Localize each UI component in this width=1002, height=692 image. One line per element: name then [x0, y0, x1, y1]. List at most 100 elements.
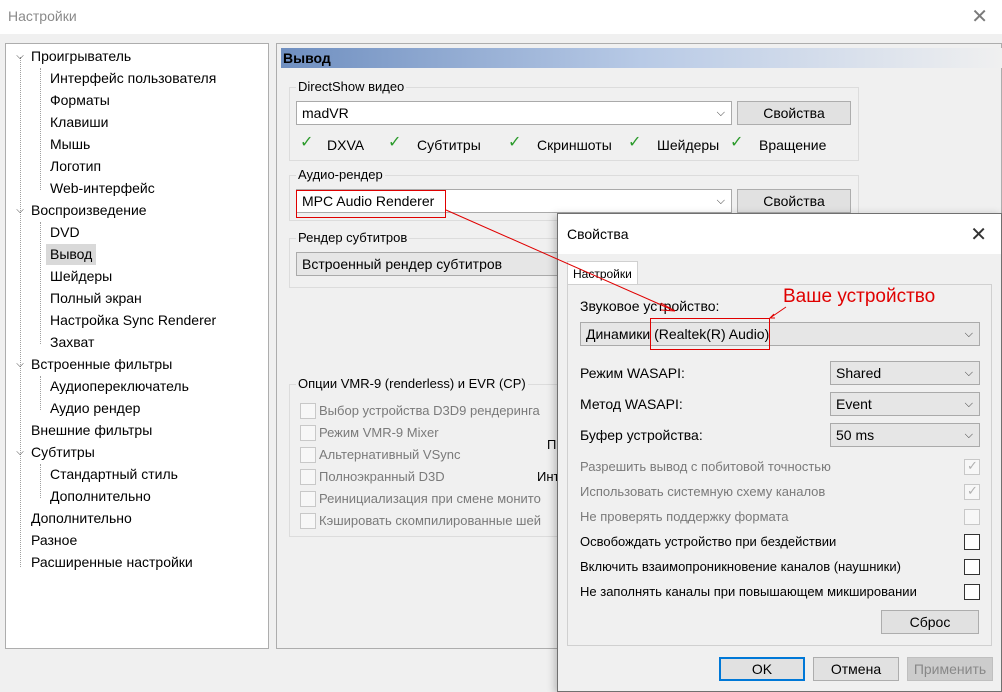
audio-properties-button[interactable]: Свойства: [737, 189, 851, 213]
tree-item-dvd[interactable]: DVD: [50, 222, 80, 243]
chevron-down-icon[interactable]: ⌵: [15, 46, 25, 67]
tree-item-audio-switcher[interactable]: Аудиопереключатель: [50, 376, 189, 397]
tree-item-external-filters[interactable]: Внешние фильтры: [31, 420, 152, 441]
settings-tab-page: Звуковое устройство: Динамики (Realtek(R…: [567, 284, 992, 646]
tree-item-extended[interactable]: Расширенные настройки: [31, 552, 193, 573]
subtitle-renderer-label: Рендер субтитров: [296, 230, 410, 245]
vmr9-mixer-checkbox[interactable]: [300, 425, 316, 441]
subtitle-renderer-value: Встроенный рендер субтитров: [302, 256, 503, 272]
wasapi-mode-value: Shared: [836, 365, 882, 381]
directshow-value: madVR: [302, 105, 349, 121]
tree-item-sync-renderer[interactable]: Настройка Sync Renderer: [50, 310, 216, 331]
close-icon[interactable]: ✕: [971, 4, 988, 29]
vmr-options-label: Опции VMR-9 (renderless) и EVR (CP): [296, 376, 528, 391]
cache-shaders-label: Кэшировать скомпилированные шей: [319, 513, 541, 528]
release-device-checkbox[interactable]: [964, 534, 980, 550]
bitexact-checkbox[interactable]: [964, 458, 980, 475]
tree-item-output[interactable]: Вывод: [46, 244, 97, 265]
fullscreen-d3d-label: Полноэкранный D3D: [319, 469, 445, 484]
tree-item-audio-renderer[interactable]: Аудио рендер: [50, 398, 140, 419]
tree-item-keys[interactable]: Клавиши: [50, 112, 108, 133]
buffer-select[interactable]: 50 ms ⌵: [830, 423, 980, 447]
buffer-label: Буфер устройства:: [580, 427, 703, 443]
fullscreen-d3d-checkbox[interactable]: [300, 469, 316, 485]
properties-dialog: Свойства ✕ Настройки Звуковое устройство…: [557, 213, 1002, 692]
chevron-down-icon[interactable]: ⌵: [15, 442, 25, 463]
settings-tree[interactable]: ⌵ ⌵ ⌵ ⌵ Проигрыватель Интерфейс пользова…: [5, 43, 269, 649]
no-format-check-label: Не проверять поддержку формата: [580, 509, 789, 524]
no-format-check-checkbox[interactable]: [964, 509, 980, 525]
check-icon: ✓: [628, 134, 642, 151]
crossfeed-checkbox[interactable]: [964, 559, 980, 575]
check-icon: ✓: [508, 134, 522, 151]
rotation-label: Вращение: [759, 137, 827, 153]
cache-shaders-checkbox[interactable]: [300, 513, 316, 529]
sound-device-label: Звуковое устройство:: [580, 298, 720, 314]
close-icon[interactable]: ✕: [970, 222, 987, 247]
tree-item-shaders[interactable]: Шейдеры: [50, 266, 112, 287]
sound-device-select[interactable]: Динамики (Realtek(R) Audio) ⌵: [580, 322, 980, 346]
tree-item-misc[interactable]: Разное: [31, 530, 77, 551]
tree-item-ui[interactable]: Интерфейс пользователя: [50, 68, 216, 89]
tree-item-subtitles[interactable]: Субтитры: [31, 442, 95, 463]
tree-item-subs-advanced[interactable]: Дополнительно: [50, 486, 151, 507]
release-device-label: Освобождать устройство при бездействии: [580, 534, 837, 549]
check-icon: ✓: [730, 134, 744, 151]
tree-item-logo[interactable]: Логотип: [50, 156, 101, 177]
dxva-label: DXVA: [327, 137, 365, 153]
wasapi-method-select[interactable]: Event ⌵: [830, 392, 980, 416]
system-layout-label: Использовать системную схему каналов: [580, 484, 826, 499]
wasapi-method-label: Метод WASAPI:: [580, 396, 683, 412]
tree-item-advanced[interactable]: Дополнительно: [31, 508, 132, 529]
bitexact-label: Разрешить вывод с побитовой точностью: [580, 459, 831, 474]
reinit-label: Реинициализация при смене монито: [319, 491, 541, 506]
annotation-label: Ваше устройство: [783, 286, 936, 307]
directshow-select[interactable]: madVR ⌵: [296, 101, 732, 125]
tree-item-default-style[interactable]: Стандартный стиль: [50, 464, 178, 485]
panel-header: Вывод: [281, 48, 1002, 68]
chevron-down-icon: ⌵: [964, 367, 973, 379]
directshow-properties-button[interactable]: Свойства: [737, 101, 851, 125]
chevron-down-icon[interactable]: ⌵: [15, 354, 25, 375]
directshow-label: DirectShow видео: [296, 79, 407, 94]
wasapi-mode-select[interactable]: Shared ⌵: [830, 361, 980, 385]
tree-item-playback[interactable]: Воспроизведение: [31, 200, 147, 221]
window-title: Настройки: [8, 8, 77, 24]
tree-item-fullscreen[interactable]: Полный экран: [50, 288, 142, 309]
cancel-button[interactable]: Отмена: [813, 657, 899, 681]
tab-settings[interactable]: Настройки: [567, 261, 638, 285]
no-fill-channels-checkbox[interactable]: [964, 584, 980, 600]
wasapi-method-value: Event: [836, 396, 872, 412]
tree-item-player[interactable]: Проигрыватель: [31, 46, 131, 67]
dialog-titlebar: Свойства ✕: [558, 214, 1001, 254]
tree-item-web[interactable]: Web-интерфейс: [50, 178, 155, 199]
chevron-down-icon: ⌵: [716, 107, 725, 119]
screenshots-label: Скриншоты: [537, 137, 612, 153]
tree-item-capture[interactable]: Захват: [50, 332, 94, 353]
chevron-down-icon: ⌵: [964, 328, 973, 340]
tree-item-mouse[interactable]: Мышь: [50, 134, 90, 155]
apply-button[interactable]: Применить: [907, 657, 993, 681]
d3d9-device-checkbox[interactable]: [300, 403, 316, 419]
vmr9-mixer-label: Режим VMR-9 Mixer: [319, 425, 439, 440]
alt-vsync-label: Альтернативный VSync: [319, 447, 461, 462]
chevron-down-icon[interactable]: ⌵: [15, 200, 25, 221]
reinit-checkbox[interactable]: [300, 491, 316, 507]
tree-item-formats[interactable]: Форматы: [50, 90, 110, 111]
tree-item-internal-filters[interactable]: Встроенные фильтры: [31, 354, 172, 375]
alt-vsync-checkbox[interactable]: [300, 447, 316, 463]
chevron-down-icon: ⌵: [716, 195, 725, 207]
annotation-box: [650, 318, 770, 350]
ok-button[interactable]: OK: [719, 657, 805, 681]
chevron-down-icon: ⌵: [964, 398, 973, 410]
annotation-box: [296, 190, 446, 218]
shaders-label: Шейдеры: [657, 137, 720, 153]
audio-renderer-label: Аудио-рендер: [296, 167, 385, 182]
chevron-down-icon: ⌵: [964, 429, 973, 441]
wasapi-mode-label: Режим WASAPI:: [580, 365, 685, 381]
subtitles-label: Субтитры: [417, 137, 481, 153]
system-layout-checkbox[interactable]: [964, 483, 980, 500]
no-fill-channels-label: Не заполнять каналы при повышающем микши…: [580, 584, 917, 599]
reset-button[interactable]: Сброс: [881, 610, 979, 634]
d3d9-device-label: Выбор устройства D3D9 рендеринга: [319, 403, 540, 418]
